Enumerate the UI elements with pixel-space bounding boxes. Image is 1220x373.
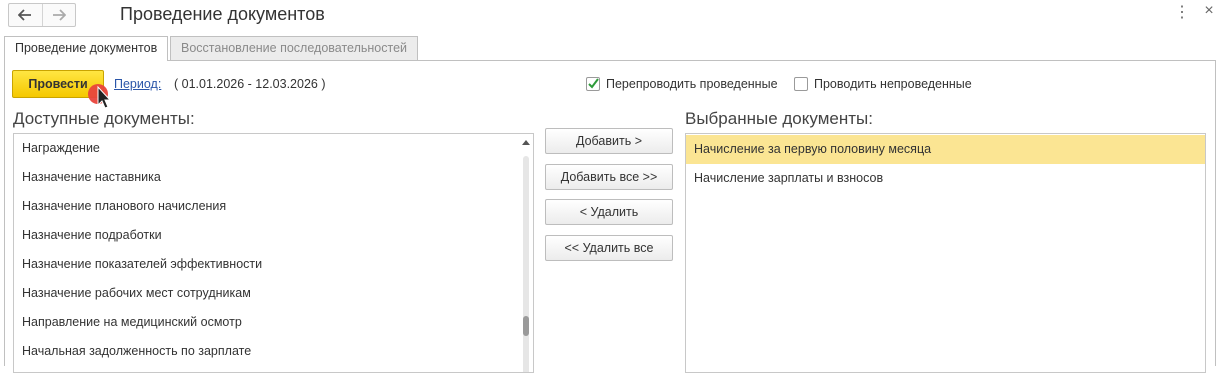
arrow-left-icon <box>18 9 32 21</box>
period-link[interactable]: Период: <box>114 77 161 91</box>
scrollbar-track[interactable] <box>523 156 529 372</box>
tab-posting[interactable]: Проведение документов <box>4 36 169 61</box>
list-item[interactable]: Награждение <box>14 134 533 163</box>
repost-checkbox[interactable] <box>586 77 600 91</box>
back-button[interactable] <box>9 4 42 26</box>
unposted-label: Проводить непроведенные <box>814 77 972 91</box>
available-documents-list[interactable]: Награждение Назначение наставника Назнач… <box>13 133 534 373</box>
close-icon[interactable]: × <box>1201 2 1217 20</box>
repost-label: Перепроводить проведенные <box>606 77 778 91</box>
more-vertical-icon[interactable]: ⋮ <box>1174 2 1190 22</box>
add-button[interactable]: Добавить > <box>545 128 673 154</box>
tabs-divider <box>4 60 1216 61</box>
list-item[interactable]: Направление на медицинский осмотр <box>14 308 533 337</box>
scroll-up-arrow-icon[interactable] <box>522 140 530 145</box>
list-item[interactable]: Начальная задолженность по зарплате <box>14 337 533 366</box>
arrow-right-icon <box>52 9 66 21</box>
window-title: Проведение документов <box>120 4 325 24</box>
list-item[interactable]: Назначение подработки <box>14 221 533 250</box>
add-all-button[interactable]: Добавить все >> <box>545 164 673 190</box>
list-item[interactable]: Начисление зарплаты и взносов <box>686 164 1205 193</box>
list-item-selected[interactable]: Начисление за первую половину месяца <box>686 135 1205 164</box>
available-list-scrollbar[interactable] <box>519 134 533 372</box>
forward-button[interactable] <box>41 4 76 26</box>
list-item[interactable]: Назначение рабочих мест сотрудникам <box>14 279 533 308</box>
scrollbar-thumb[interactable] <box>523 316 529 336</box>
selected-documents-list[interactable]: Начисление за первую половину месяца Нач… <box>685 133 1206 373</box>
navigation-buttons <box>8 3 76 27</box>
list-item[interactable]: Назначение наставника <box>14 163 533 192</box>
checkmark-icon <box>588 78 599 89</box>
panel-border-right <box>1215 60 1216 366</box>
list-item[interactable]: Назначение показателей эффективности <box>14 250 533 279</box>
remove-all-button[interactable]: << Удалить все <box>545 235 673 261</box>
list-item[interactable]: Назначение планового начисления <box>14 192 533 221</box>
tab-restore-sequences[interactable]: Восстановление последовательностей <box>170 36 419 60</box>
panel-border-left <box>4 60 5 366</box>
available-documents-title: Доступные документы: <box>13 109 195 128</box>
selected-documents-title: Выбранные документы: <box>685 109 873 128</box>
remove-button[interactable]: < Удалить <box>545 199 673 225</box>
unposted-checkbox[interactable] <box>794 77 808 91</box>
period-value: ( 01.01.2026 - 12.03.2026 ) <box>174 77 326 91</box>
